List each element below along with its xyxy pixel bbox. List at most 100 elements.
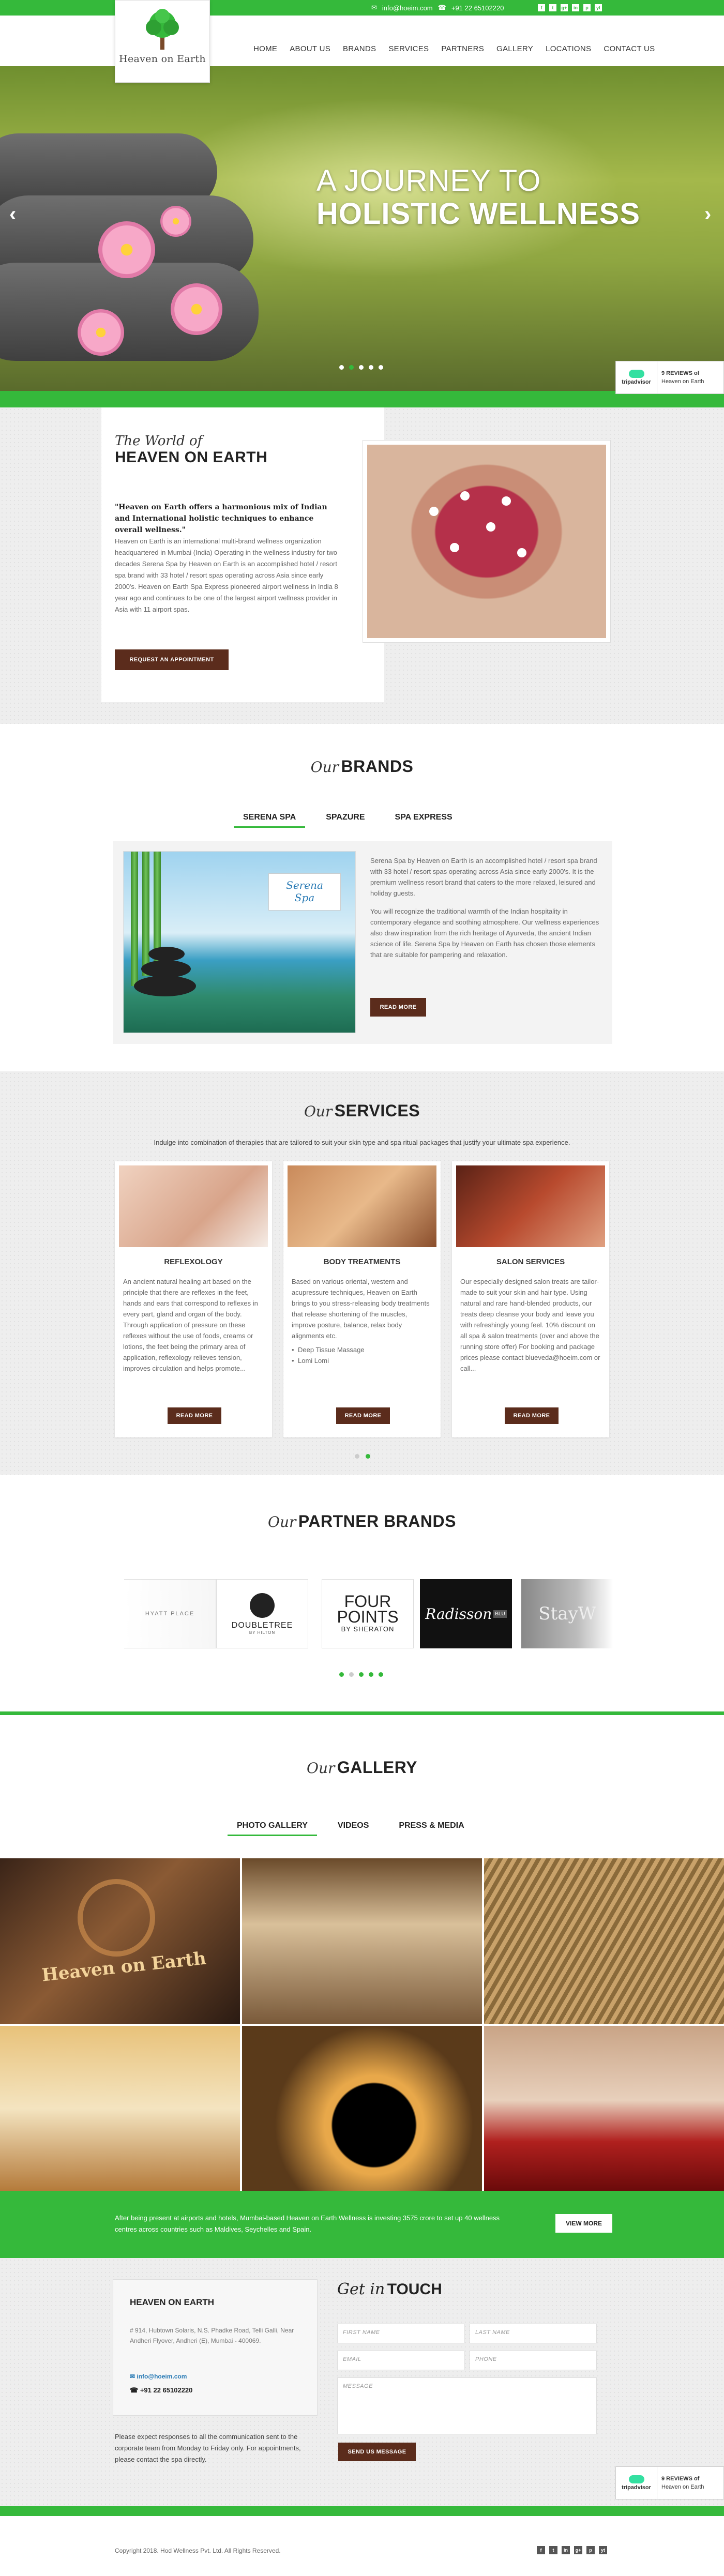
tripadvisor-widget-bottom[interactable]: tripadvisor 9 REVIEWS of Heaven on Earth [615, 2466, 724, 2499]
top-social-icons: f t g+ in p yt [538, 4, 602, 11]
tab-press-media[interactable]: PRESS & MEDIA [389, 1819, 473, 1836]
send-message-button[interactable]: SEND US MESSAGE [338, 2443, 416, 2461]
partner-logo-doubletree[interactable]: DOUBLETREE BY HILTON [216, 1579, 308, 1648]
tripadvisor-logo: tripadvisor [616, 361, 657, 393]
gallery-image-pedicure-lounge[interactable] [0, 2026, 240, 2191]
pinterest-icon[interactable]: p [586, 2546, 595, 2554]
partners-dot-active[interactable] [339, 1672, 344, 1677]
brand-para-1: Serena Spa by Heaven on Earth is an acco… [370, 857, 597, 897]
google-plus-icon[interactable]: g+ [561, 4, 568, 11]
facebook-icon[interactable]: f [538, 4, 545, 11]
gallery-image-treatment-room[interactable] [242, 1858, 482, 2024]
youtube-icon[interactable]: yt [595, 4, 602, 11]
nav-gallery[interactable]: GALLERY [496, 44, 533, 53]
partners-dot[interactable] [379, 1672, 383, 1677]
partners-dot[interactable] [349, 1672, 354, 1677]
hero-headline: A JOURNEY TO HOLISTIC WELLNESS [316, 164, 640, 231]
facebook-icon[interactable]: f [537, 2546, 545, 2554]
partners-dot[interactable] [369, 1672, 373, 1677]
news-text: After being present at airports and hote… [115, 2214, 500, 2233]
tab-spa-express[interactable]: SPA EXPRESS [386, 811, 462, 828]
hero-dot[interactable] [339, 365, 344, 370]
google-plus-icon[interactable]: g+ [574, 2546, 582, 2554]
brand-read-more-button[interactable]: READ MORE [370, 998, 426, 1017]
hero-dot[interactable] [359, 365, 364, 370]
brands-title: BRANDS [341, 757, 414, 776]
main-navigation: HOME ABOUT US BRANDS SERVICES PARTNERS G… [0, 16, 724, 66]
doubletree-icon [250, 1593, 275, 1618]
twitter-icon[interactable]: t [549, 4, 556, 11]
hero-line-1: A JOURNEY TO [316, 164, 541, 198]
gallery-image-lantern[interactable] [242, 2026, 482, 2191]
hero-flower [98, 221, 155, 278]
services-pagination [355, 1454, 370, 1459]
nav-services[interactable]: SERVICES [388, 44, 429, 53]
view-more-button[interactable]: VIEW MORE [555, 2214, 612, 2233]
nav-about-us[interactable]: ABOUT US [290, 44, 330, 53]
service-card-salon-services: SALON SERVICES Our especially designed s… [452, 1161, 609, 1437]
phone-icon: ☎ [438, 4, 446, 11]
partner-logo-four-points[interactable]: FOUR POINTS BY SHERATON [322, 1579, 414, 1648]
hero-dot[interactable] [369, 365, 373, 370]
phone-icon: ☎ [130, 2386, 140, 2394]
partner-logo-radisson-blu[interactable]: Radisson BLU [420, 1579, 512, 1648]
top-email-link[interactable]: info@hoeim.com [382, 4, 433, 12]
linkedin-icon[interactable]: in [572, 4, 579, 11]
hero-prev-arrow-icon[interactable]: ‹ [9, 203, 16, 226]
partner-logo-hyatt[interactable]: HYATT PLACE [124, 1579, 216, 1648]
tab-photo-gallery[interactable]: PHOTO GALLERY [228, 1819, 317, 1836]
service-text: An ancient natural healing art based on … [123, 1278, 258, 1372]
site-logo[interactable]: Heaven on Earth [115, 0, 210, 83]
phone-input[interactable]: PHONE [470, 2351, 597, 2370]
hero-dot-active[interactable] [349, 365, 354, 370]
hero-next-arrow-icon[interactable]: › [704, 203, 711, 226]
email-input[interactable]: EMAIL [337, 2351, 464, 2370]
partner-logo-stay[interactable]: StayW [521, 1579, 613, 1648]
twitter-icon[interactable]: t [549, 2546, 557, 2554]
last-name-input[interactable]: LAST NAME [470, 2324, 597, 2343]
hero-dot[interactable] [379, 365, 383, 370]
gallery-image-rose-bath[interactable] [484, 2026, 724, 2191]
contact-phone[interactable]: ☎ +91 22 65102220 [130, 2386, 192, 2395]
tripadvisor-widget-top[interactable]: tripadvisor 9 REVIEWS of Heaven on Earth [615, 361, 724, 394]
tripadvisor-reviews: 9 REVIEWS of [661, 370, 700, 376]
message-textarea[interactable]: MESSAGE [337, 2377, 597, 2434]
services-dot[interactable] [355, 1454, 359, 1459]
gallery-image-ceiling[interactable] [484, 1858, 724, 2024]
tab-serena-spa[interactable]: SERENA SPA [234, 811, 306, 828]
request-appointment-button[interactable]: REQUEST AN APPOINTMENT [115, 649, 229, 670]
gallery-image-reception[interactable]: Heaven on Earth [0, 1858, 240, 2024]
top-phone-link[interactable]: +91 22 65102220 [451, 4, 504, 12]
copyright-text: Copyright 2018. Hod Wellness Pvt. Ltd. A… [115, 2547, 281, 2554]
bullet-item: Deep Tissue Massage [292, 1344, 432, 1355]
world-script-heading: The World of [115, 433, 203, 449]
service-read-more-button[interactable]: READ MORE [505, 1407, 559, 1424]
youtube-icon[interactable]: yt [599, 2546, 607, 2554]
nav-home[interactable]: HOME [253, 44, 277, 53]
nav-locations[interactable]: LOCATIONS [546, 44, 591, 53]
service-read-more-button[interactable]: READ MORE [168, 1407, 221, 1424]
services-dot-active[interactable] [366, 1454, 370, 1459]
partners-dot[interactable] [359, 1672, 364, 1677]
service-card-body-treatments: BODY TREATMENTS Based on various orienta… [283, 1161, 441, 1437]
gallery-script: Our [306, 1760, 335, 1777]
pinterest-icon[interactable]: p [583, 4, 591, 11]
brands-script: Our [310, 759, 339, 776]
tab-spazure[interactable]: SPAZURE [316, 811, 374, 828]
nav-brands[interactable]: BRANDS [343, 44, 376, 53]
contact-email[interactable]: ✉ info@hoeim.com [130, 2373, 187, 2380]
tab-videos[interactable]: VIDEOS [328, 1819, 378, 1836]
tripadvisor-name: Heaven on Earth [661, 378, 704, 385]
foot-bath-image [363, 441, 610, 642]
service-card-reflexology: REFLEXOLOGY An ancient natural healing a… [115, 1161, 272, 1437]
nav-partners[interactable]: PARTNERS [441, 44, 484, 53]
service-title: BODY TREATMENTS [323, 1257, 401, 1266]
tree-logo-icon [146, 9, 179, 50]
linkedin-icon[interactable]: in [562, 2546, 570, 2554]
nav-contact-us[interactable]: CONTACT US [604, 44, 655, 53]
footer-social-icons: f t in g+ p yt [537, 2546, 607, 2554]
mail-icon: ✉ [130, 2373, 137, 2380]
first-name-input[interactable]: FIRST NAME [337, 2324, 464, 2343]
reflexology-image [119, 1165, 268, 1247]
service-read-more-button[interactable]: READ MORE [336, 1407, 390, 1424]
